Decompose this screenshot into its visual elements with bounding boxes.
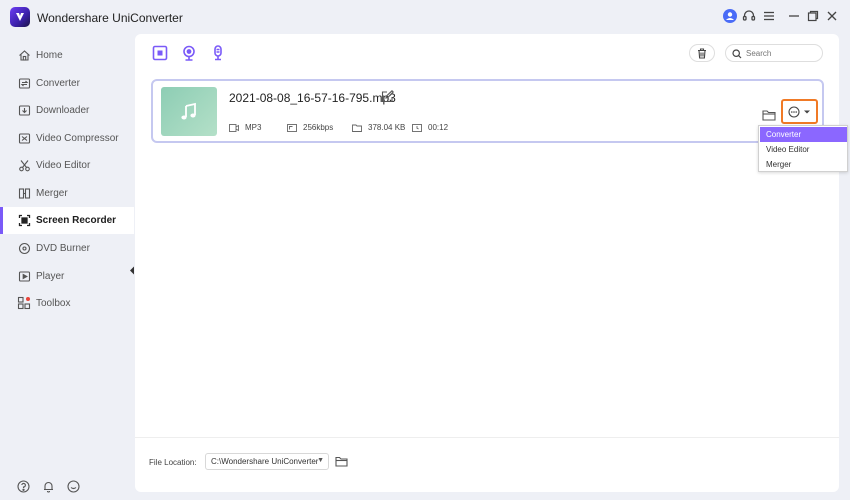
- disc-icon: [17, 241, 31, 255]
- menu-item-video-editor[interactable]: Video Editor: [760, 142, 847, 157]
- sidebar-item-screen-recorder[interactable]: Screen Recorder: [0, 207, 134, 234]
- app-logo: [10, 7, 30, 27]
- chevron-down-icon: ▼: [317, 457, 324, 464]
- sidebar-item-label: Converter: [36, 78, 80, 89]
- home-icon: [17, 48, 31, 62]
- sidebar-item-label: Video Editor: [36, 160, 91, 171]
- help-icon[interactable]: [16, 479, 30, 493]
- file-duration-value: 00:12: [428, 123, 449, 132]
- menu-item-converter[interactable]: Converter: [760, 127, 847, 142]
- file-duration: 00:12: [412, 123, 448, 132]
- menu-icon[interactable]: [761, 8, 777, 24]
- sidebar-item-label: Home: [36, 50, 63, 61]
- restore-icon[interactable]: [805, 8, 821, 24]
- search-box[interactable]: [725, 44, 823, 62]
- file-bitrate-value: 256kbps: [303, 123, 334, 132]
- music-note-icon: [181, 102, 196, 119]
- file-card[interactable]: 2021-08-08_16-57-16-795.mp3 MP3 256kbps …: [151, 79, 824, 143]
- sidebar-item-video-compressor[interactable]: Video Compressor: [0, 125, 134, 152]
- folder-size-icon: [352, 124, 362, 132]
- open-folder-icon[interactable]: [762, 108, 776, 122]
- file-format: MP3: [229, 123, 261, 132]
- file-bitrate: 256kbps: [287, 123, 333, 132]
- minimize-icon[interactable]: [786, 8, 802, 24]
- clock-icon: [412, 123, 422, 132]
- sidebar-item-toolbox[interactable]: Toolbox: [0, 290, 134, 317]
- compress-icon: [17, 131, 31, 145]
- sidebar-item-dvd-burner[interactable]: DVD Burner: [0, 235, 134, 262]
- file-size-value: 378.04 KB: [368, 123, 406, 132]
- video-format-icon: [229, 123, 239, 132]
- downloader-icon: [17, 103, 31, 117]
- more-options-menu: Converter Video Editor Merger: [758, 125, 848, 172]
- file-location-value: C:\Wondershare UniConverter: [211, 457, 319, 466]
- play-icon: [17, 269, 31, 283]
- sidebar-item-label: Player: [36, 271, 65, 282]
- search-input[interactable]: [746, 46, 816, 60]
- footer-divider: [135, 437, 839, 438]
- trash-icon: [698, 47, 706, 59]
- merge-icon: [17, 186, 31, 200]
- search-icon: [732, 49, 742, 59]
- sidebar-item-label: Toolbox: [36, 298, 71, 309]
- sidebar-item-home[interactable]: Home: [0, 42, 134, 69]
- converter-icon: [17, 76, 31, 90]
- menu-item-merger[interactable]: Merger: [760, 157, 847, 172]
- webcam-icon[interactable]: [180, 44, 198, 62]
- audio-thumbnail: [161, 87, 217, 136]
- main-panel: 2021-08-08_16-57-16-795.mp3 MP3 256kbps …: [135, 34, 839, 492]
- file-size: 378.04 KB: [352, 123, 405, 132]
- sidebar-item-player[interactable]: Player: [0, 263, 134, 290]
- title-bar: Wondershare UniConverter: [0, 0, 850, 33]
- browse-folder-icon[interactable]: [335, 455, 348, 468]
- grid-icon: [17, 296, 31, 310]
- sidebar-item-converter[interactable]: Converter: [0, 70, 134, 97]
- sidebar-item-merger[interactable]: Merger: [0, 180, 134, 207]
- app-title: Wondershare UniConverter: [37, 11, 183, 25]
- sidebar-item-label: DVD Burner: [36, 243, 90, 254]
- screen-record-icon[interactable]: [151, 44, 169, 62]
- scissors-icon: [17, 158, 31, 172]
- file-location-select[interactable]: C:\Wondershare UniConverter ▼: [205, 453, 329, 470]
- file-name: 2021-08-08_16-57-16-795.mp3: [229, 91, 396, 105]
- more-options-button[interactable]: [781, 99, 818, 124]
- sidebar-item-label: Merger: [36, 188, 68, 199]
- record-icon: [17, 213, 31, 227]
- sidebar: Home Converter Downloader Video Compress…: [0, 33, 134, 500]
- edit-icon[interactable]: [381, 90, 394, 103]
- bell-icon[interactable]: [41, 479, 55, 493]
- resolution-icon: [287, 123, 297, 132]
- delete-button[interactable]: [689, 44, 715, 62]
- feedback-icon[interactable]: [66, 479, 80, 493]
- user-icon[interactable]: [722, 8, 738, 24]
- microphone-icon[interactable]: [209, 44, 227, 62]
- sidebar-item-label: Screen Recorder: [36, 215, 117, 226]
- sidebar-item-video-editor[interactable]: Video Editor: [0, 152, 134, 179]
- sidebar-item-downloader[interactable]: Downloader: [0, 97, 134, 124]
- file-location-label: File Location:: [149, 458, 197, 467]
- file-format-value: MP3: [245, 123, 262, 132]
- sidebar-item-label: Video Compressor: [36, 133, 119, 144]
- close-icon[interactable]: [824, 8, 840, 24]
- sidebar-item-label: Downloader: [36, 105, 90, 116]
- headset-icon[interactable]: [741, 8, 757, 24]
- more-options-icon: [787, 105, 810, 118]
